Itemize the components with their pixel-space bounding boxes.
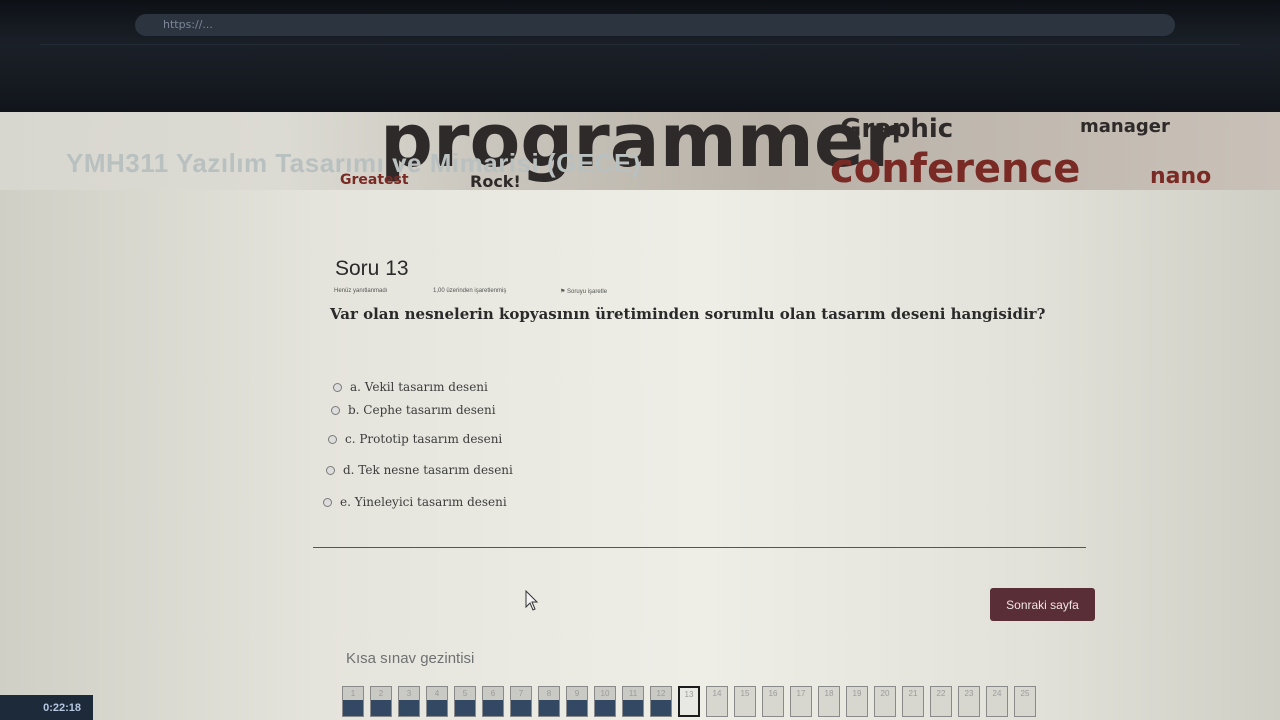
nav-question-6[interactable]: 6 xyxy=(482,686,504,717)
question-mark: 1,00 üzerinden işaretlenmiş xyxy=(433,288,507,294)
radio-button[interactable] xyxy=(333,382,342,392)
mouse-cursor-icon xyxy=(525,590,539,611)
radio-button[interactable] xyxy=(326,465,335,475)
question-number: Soru 13 xyxy=(335,257,409,280)
nav-question-7[interactable]: 7 xyxy=(510,686,532,717)
nav-question-9[interactable]: 9 xyxy=(566,686,588,717)
option-c[interactable]: c. Prototip tasarım deseni xyxy=(328,432,502,446)
radio-button[interactable] xyxy=(328,434,337,444)
bookmarks-bar xyxy=(40,44,1240,63)
option-a[interactable]: a. Vekil tasarım deseni xyxy=(333,380,488,394)
timer: 0:22:18 xyxy=(0,695,93,720)
nav-question-4[interactable]: 4 xyxy=(426,686,448,717)
nav-question-22[interactable]: 22 xyxy=(930,686,952,717)
nav-question-16[interactable]: 16 xyxy=(762,686,784,717)
nav-question-14[interactable]: 14 xyxy=(706,686,728,717)
nav-question-17[interactable]: 17 xyxy=(790,686,812,717)
nav-question-20[interactable]: 20 xyxy=(874,686,896,717)
flag-icon: ⚑ xyxy=(560,289,568,295)
nav-question-12[interactable]: 12 xyxy=(650,686,672,717)
nav-question-21[interactable]: 21 xyxy=(902,686,924,717)
address-text: https://... xyxy=(163,18,213,31)
course-banner: programmer Graphic conference manager na… xyxy=(0,112,1280,190)
nav-question-19[interactable]: 19 xyxy=(846,686,868,717)
nav-question-13[interactable]: 13 xyxy=(678,686,700,717)
page: programmer Graphic conference manager na… xyxy=(0,112,1280,720)
nav-question-11[interactable]: 11 xyxy=(622,686,644,717)
question-text: Var olan nesnelerin kopyasının üretimind… xyxy=(330,305,1046,323)
nav-question-8[interactable]: 8 xyxy=(538,686,560,717)
address-bar[interactable]: https://... xyxy=(135,14,1175,36)
nav-question-10[interactable]: 10 xyxy=(594,686,616,717)
divider xyxy=(313,547,1086,548)
nav-question-1[interactable]: 1 xyxy=(342,686,364,717)
option-label: d. Tek nesne tasarım deseni xyxy=(343,463,513,477)
nav-question-3[interactable]: 3 xyxy=(398,686,420,717)
nav-question-23[interactable]: 23 xyxy=(958,686,980,717)
option-e[interactable]: e. Yineleyici tasarım deseni xyxy=(323,495,507,509)
quiz-navigation-title: Kısa sınav gezintisi xyxy=(346,650,475,667)
option-b[interactable]: b. Cephe tasarım deseni xyxy=(331,403,496,417)
next-page-button[interactable]: Sonraki sayfa xyxy=(990,588,1095,621)
option-label: a. Vekil tasarım deseni xyxy=(350,380,488,394)
flag-question[interactable]: ⚑ Soruyu işaretle xyxy=(560,288,607,295)
nav-question-24[interactable]: 24 xyxy=(986,686,1008,717)
nav-question-25[interactable]: 25 xyxy=(1014,686,1036,717)
nav-question-18[interactable]: 18 xyxy=(818,686,840,717)
nav-question-5[interactable]: 5 xyxy=(454,686,476,717)
radio-button[interactable] xyxy=(331,405,340,415)
flag-label: Soruyu işaretle xyxy=(567,289,608,295)
nav-question-2[interactable]: 2 xyxy=(370,686,392,717)
option-label: e. Yineleyici tasarım deseni xyxy=(340,495,507,509)
question-state: Henüz yanıtlanmadı xyxy=(334,288,388,294)
nav-question-15[interactable]: 15 xyxy=(734,686,756,717)
option-d[interactable]: d. Tek nesne tasarım deseni xyxy=(326,463,513,477)
option-label: c. Prototip tasarım deseni xyxy=(345,432,503,446)
radio-button[interactable] xyxy=(323,497,332,507)
course-title: YMH311 Yazılım Tasarımı ve Mimarisi (GEC… xyxy=(66,148,641,178)
option-label: b. Cephe tasarım deseni xyxy=(348,403,496,417)
browser-chrome: https://... xyxy=(0,0,1280,112)
